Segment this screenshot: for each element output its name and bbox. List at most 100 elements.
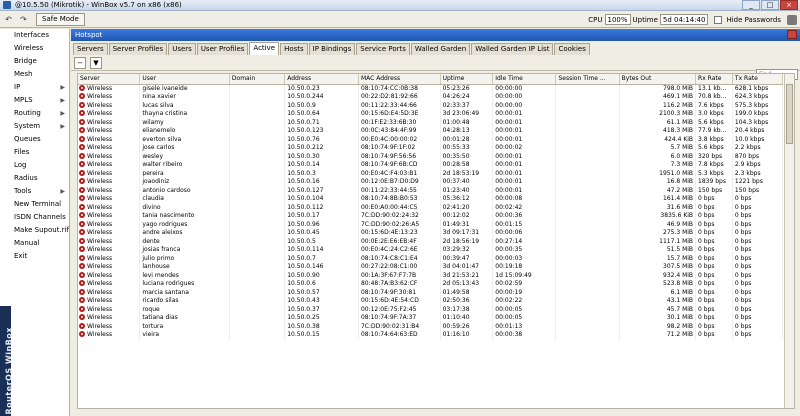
redo-icon[interactable]: ↷: [17, 13, 30, 26]
table-row[interactable]: Wireless tatiana dias 10.50.0.25 08:10:74:9…: [78, 314, 784, 323]
sidebar-item-mpls[interactable]: MPLS ▶: [0, 94, 69, 107]
table-row[interactable]: Wireless dente 10.50.0.5 00:0E:2E:E6:EB:4F 2…: [78, 237, 784, 246]
table-row[interactable]: Wireless roque 10.50.0.37 00:12:0E:75:F2:45…: [78, 305, 784, 314]
sidebar-item-bridge[interactable]: Bridge: [0, 55, 69, 68]
table-row[interactable]: Wireless vieira 10.50.0.15 08:10:74:64:63:E…: [78, 331, 784, 340]
tab-ip-bindings[interactable]: IP Bindings: [308, 43, 356, 55]
table-row[interactable]: Wireless tortura 10.50.0.38 7C:DD:90:02:31:…: [78, 322, 784, 331]
table-row[interactable]: Wireless lanhouse 10.50.0.146 00:27:22:08:C…: [78, 263, 784, 272]
column-header-server[interactable]: Server: [78, 74, 141, 85]
sidebar-item-system[interactable]: System ▶: [0, 120, 69, 133]
sidebar-item-interfaces[interactable]: Interfaces: [0, 29, 69, 42]
maximize-button[interactable]: □: [761, 0, 779, 10]
hide-passwords-checkbox[interactable]: [714, 15, 723, 24]
tab-service-ports[interactable]: Service Ports: [356, 43, 410, 55]
safe-mode-button[interactable]: Safe Mode: [36, 12, 85, 26]
tab-walled-garden[interactable]: Walled Garden: [410, 43, 471, 55]
table-row[interactable]: Wireless jose carlos 10.50.0.212 08:10:74:9…: [78, 144, 784, 153]
sidebar-item-routing[interactable]: Routing ▶: [0, 107, 69, 120]
table-cell: Wireless: [78, 297, 141, 306]
table-cell: 10.0 kbps: [732, 135, 784, 144]
table-row[interactable]: Wireless antonio cardoso 10.50.0.127 00:11:…: [78, 186, 784, 195]
filter-icon[interactable]: ▼: [90, 56, 102, 69]
sidebar-item-radius[interactable]: Radius: [0, 172, 69, 185]
table-row[interactable]: Wireless josias franca 10.50.0.114 00:E0:4C…: [78, 246, 784, 255]
table-row[interactable]: Wireless tania nascimento 10.50.0.17 7C:DD:…: [78, 212, 784, 221]
hotspot-close-button[interactable]: [787, 30, 797, 39]
sidebar-item-mesh[interactable]: Mesh: [0, 68, 69, 81]
table-cell: Wireless: [78, 246, 141, 255]
table-row[interactable]: Wireless claudia 10.50.0.104 08:10:74:8B:B0…: [78, 195, 784, 204]
table-row[interactable]: Wireless lucas silva 10.50.0.9 00:11:22:33:…: [78, 101, 784, 110]
hotspot-user-icon: [79, 110, 85, 116]
tab-walled-garden-ip-list[interactable]: Walled Garden IP List: [471, 43, 554, 55]
table-cell: nina xavier: [139, 93, 230, 102]
column-header-user[interactable]: User: [139, 74, 230, 85]
table-row[interactable]: Wireless divino 10.50.0.112 00:E0:A0:00:44:…: [78, 203, 784, 212]
column-header-rx-rate[interactable]: Rx Rate: [695, 74, 733, 85]
sidebar-item-files[interactable]: Files: [0, 146, 69, 159]
tab-cookies[interactable]: Cookies: [554, 43, 590, 55]
table-row[interactable]: Wireless pereira 10.50.0.3 00:E0:4C:F4:03:B…: [78, 169, 784, 178]
table-row[interactable]: Wireless thayna cristina 10.50.0.64 00:15:6…: [78, 110, 784, 119]
column-header-domain[interactable]: Domain: [229, 74, 286, 85]
tab-servers[interactable]: Servers: [73, 43, 108, 55]
table-row[interactable]: Wireless nina xavier 10.50.0.244 00:22:D2:8…: [78, 93, 784, 102]
table-row[interactable]: Wireless joaodiniz 10.50.0.16 00:12:0E:B7:D…: [78, 178, 784, 187]
column-header-bytes-out[interactable]: Bytes Out: [619, 74, 697, 85]
column-header-uptime[interactable]: Uptime: [440, 74, 494, 85]
table-cell: roque: [139, 305, 230, 314]
undo-icon[interactable]: ↶: [2, 13, 15, 26]
sidebar-item-new-terminal[interactable]: New Terminal: [0, 198, 69, 211]
tab-hosts[interactable]: Hosts: [280, 43, 308, 55]
column-header-address[interactable]: Address: [284, 74, 359, 85]
table-row[interactable]: Wireless luciana rodrigues 10.50.0.6 80:48:…: [78, 280, 784, 289]
table-cell: 0 bps: [732, 220, 784, 229]
tab-active[interactable]: Active: [249, 42, 280, 55]
tab-user-profiles[interactable]: User Profiles: [196, 43, 249, 55]
table-row[interactable]: Wireless walter ribeiro 10.50.0.14 08:10:74…: [78, 161, 784, 170]
scrollbar-thumb[interactable]: [786, 84, 793, 144]
sidebar-item-manual[interactable]: Manual: [0, 237, 69, 250]
minimize-button[interactable]: _: [742, 0, 760, 10]
table-cell: 00:00:02: [492, 144, 557, 153]
table-cell: 0 bps: [695, 195, 733, 204]
hotspot-user-icon: [79, 322, 85, 329]
tab-server-profiles[interactable]: Server Profiles: [108, 43, 168, 55]
table-row[interactable]: Wireless ricardo silas 10.50.0.43 00:15:6D:…: [78, 297, 784, 306]
table-cell: [555, 271, 620, 280]
table-row[interactable]: Wireless wilamy 10.50.0.71 00:1F:E2:33:6B:3…: [78, 118, 784, 127]
table-cell: 01:16:10: [440, 331, 494, 340]
sidebar-item-exit[interactable]: Exit: [0, 250, 69, 263]
sidebar-item-queues[interactable]: Queues: [0, 133, 69, 146]
vertical-scrollbar[interactable]: [784, 74, 794, 408]
tab-users[interactable]: Users: [168, 43, 196, 55]
column-header-session-time[interactable]: Session Time ...: [555, 74, 620, 85]
table-cell: 0 bps: [732, 331, 784, 340]
table-row[interactable]: Wireless marcia santana 10.50.0.57 08:10:74…: [78, 288, 784, 297]
table-row[interactable]: Wireless yago rodrigues 10.50.0.96 7C:DD:90…: [78, 220, 784, 229]
close-button[interactable]: ×: [780, 0, 798, 10]
table-row[interactable]: Wireless levi mendes 10.50.0.90 00:1A:3F:67…: [78, 271, 784, 280]
sidebar-item-make-supout-rif[interactable]: Make Supout.rif: [0, 224, 69, 237]
table-row[interactable]: Wireless andre aleixos 10.50.0.45 00:15:6D:…: [78, 229, 784, 238]
column-header-idle-time[interactable]: Idle Time: [492, 74, 557, 85]
table-row[interactable]: Wireless elianemelo 10.50.0.123 00:0C:43:84…: [78, 127, 784, 136]
sidebar-item-wireless[interactable]: Wireless: [0, 42, 69, 55]
column-header-tx-rate[interactable]: Tx Rate: [732, 74, 784, 85]
table-row[interactable]: Wireless wesley 10.50.0.30 08:10:74:9F:56:5…: [78, 152, 784, 161]
sidebar-item-tools[interactable]: Tools ▶: [0, 185, 69, 198]
table-row[interactable]: Wireless julio primo 10.50.0.7 08:10:74:C8:…: [78, 254, 784, 263]
table-row[interactable]: Wireless gisele ivaneide 10.50.0.23 08:10:7…: [78, 84, 784, 93]
sidebar-item-isdn-channels[interactable]: ISDN Channels: [0, 211, 69, 224]
table-cell: 0 bps: [732, 305, 784, 314]
table-cell: [229, 135, 286, 144]
uptime-value: 5d 04:14:40: [659, 14, 709, 25]
table-cell: 46.9 MiB: [619, 220, 697, 229]
column-header-mac-address[interactable]: MAC Address: [358, 74, 441, 85]
table-row[interactable]: Wireless everton silva 10.50.0.76 00:E0:4C:…: [78, 135, 784, 144]
table-cell: 0 bps: [732, 263, 784, 272]
sidebar-item-log[interactable]: Log: [0, 159, 69, 172]
sidebar-item-ip[interactable]: IP ▶: [0, 81, 69, 94]
remove-button[interactable]: −: [74, 56, 86, 69]
